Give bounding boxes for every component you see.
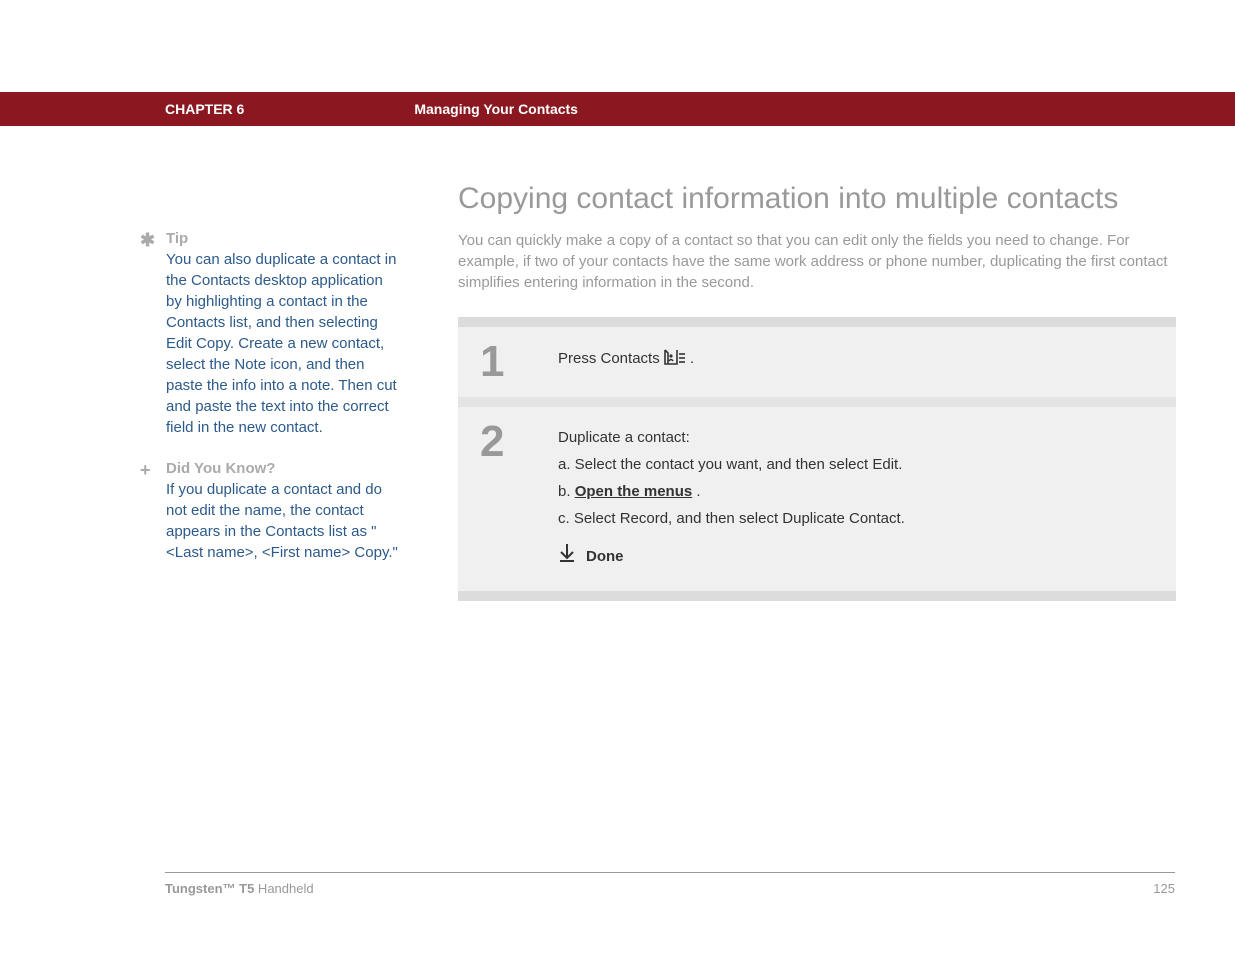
chapter-header: CHAPTER 6 Managing Your Contacts (0, 92, 1235, 126)
did-you-know-title: Did You Know? (166, 460, 400, 477)
did-you-know-block: + Did You Know? If you duplicate a conta… (140, 460, 400, 563)
product-name-rest: Handheld (254, 881, 313, 896)
sidebar: ✱ Tip You can also duplicate a contact i… (140, 230, 400, 585)
step-content: Duplicate a contact: a. Select the conta… (558, 407, 1176, 591)
step-2-sub-b: b. Open the menus . (558, 483, 1156, 500)
contacts-icon (664, 349, 686, 369)
step-2-sub-a: a. Select the contact you want, and then… (558, 456, 1156, 473)
plus-icon: + (140, 460, 151, 481)
did-you-know-body: If you duplicate a contact and do not ed… (166, 479, 400, 563)
done-row: Done (558, 543, 1156, 569)
page-footer: Tungsten™ T5 Handheld 125 (165, 872, 1175, 896)
product-name: Tungsten™ T5 Handheld (165, 881, 314, 896)
page-number: 125 (1153, 881, 1175, 896)
chapter-label: CHAPTER 6 (165, 101, 244, 117)
page-heading: Copying contact information into multipl… (458, 182, 1176, 216)
main-content: Copying contact information into multipl… (458, 182, 1176, 601)
product-name-bold: Tungsten™ T5 (165, 881, 254, 896)
open-the-menus-link[interactable]: Open the menus (575, 483, 693, 500)
step-2-lead: Duplicate a contact: (558, 429, 1156, 446)
asterisk-icon: ✱ (140, 230, 155, 251)
step-2-sub-c: c. Select Record, and then select Duplic… (558, 510, 1156, 527)
step-1-text-prefix: Press Contacts (558, 350, 664, 367)
step-number: 1 (458, 327, 558, 397)
sub-b-suffix: . (696, 483, 700, 500)
tip-body: You can also duplicate a contact in the … (166, 249, 400, 438)
step-2: 2 Duplicate a contact: a. Select the con… (458, 397, 1176, 591)
step-content: Press Contacts . (558, 327, 1176, 397)
step-1: 1 Press Contacts . (458, 327, 1176, 397)
step-1-text-suffix: . (690, 350, 694, 367)
sub-b-prefix: b. (558, 483, 575, 500)
done-arrow-icon (558, 543, 576, 569)
tip-block: ✱ Tip You can also duplicate a contact i… (140, 230, 400, 438)
done-label: Done (586, 548, 624, 565)
steps-container: 1 Press Contacts . 2 (458, 317, 1176, 601)
step-number: 2 (458, 407, 558, 591)
intro-paragraph: You can quickly make a copy of a contact… (458, 230, 1176, 293)
tip-title: Tip (166, 230, 400, 247)
chapter-title: Managing Your Contacts (414, 101, 578, 117)
